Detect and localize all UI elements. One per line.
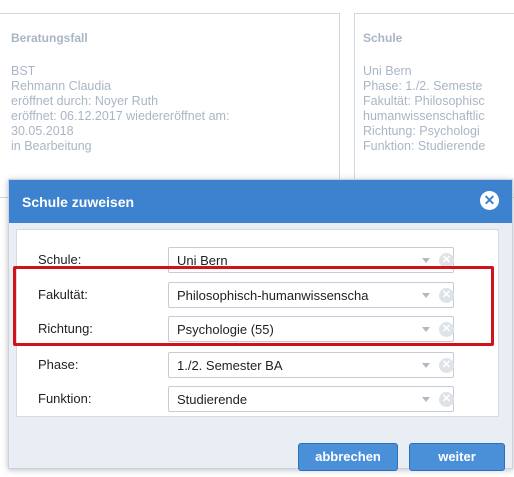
clear-icon[interactable]: ✕	[439, 392, 454, 407]
chevron-down-icon[interactable]	[422, 397, 430, 402]
field-label: Funktion:	[38, 391, 92, 406]
select-value: Studierende	[177, 392, 248, 407]
field-label: Schule:	[38, 252, 82, 267]
field-row-phase: Phase: 1./2. Semester BA ✕	[17, 350, 498, 380]
close-icon[interactable]: ✕	[480, 191, 499, 210]
next-button[interactable]: weiter	[409, 443, 505, 471]
phase-select[interactable]: 1./2. Semester BA ✕	[168, 352, 454, 378]
chevron-down-icon[interactable]	[422, 363, 430, 368]
field-row-funktion: Funktion: Studierende ✕	[17, 384, 498, 414]
dialog-header: Schule zuweisen ✕	[9, 180, 512, 223]
annotation-highlight-box	[13, 266, 494, 346]
select-value: 1./2. Semester BA	[177, 358, 283, 373]
clear-icon[interactable]: ✕	[439, 358, 454, 373]
dialog-title: Schule zuweisen	[22, 194, 135, 210]
chevron-down-icon[interactable]	[422, 258, 430, 263]
funktion-select[interactable]: Studierende ✕	[168, 386, 454, 412]
cancel-button[interactable]: abbrechen	[298, 443, 398, 471]
field-label: Phase:	[38, 357, 79, 372]
